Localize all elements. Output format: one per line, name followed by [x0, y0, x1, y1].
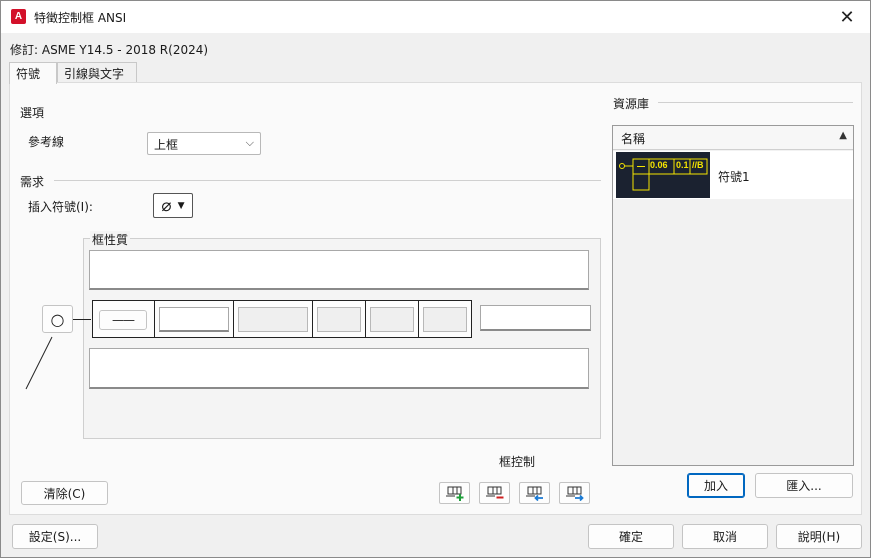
clear-button[interactable]: 清除(C): [21, 481, 108, 505]
move-frame-up-icon: [525, 486, 543, 501]
revision-label: 修訂: ASME Y14.5 - 2018 R(2024): [10, 43, 209, 57]
close-button[interactable]: ✕: [824, 1, 870, 33]
tolerance-2-field[interactable]: [238, 307, 308, 332]
datum-1-field[interactable]: [317, 307, 361, 332]
bottom-text-field[interactable]: [89, 348, 589, 389]
insert-symbol-label: 插入符號(I):: [28, 200, 93, 214]
options-heading: 選項: [20, 106, 45, 120]
frame-properties-title: 框性質: [90, 231, 131, 248]
leader-connector-line: [73, 319, 91, 320]
library-item-thumbnail: 0.06 0.1 //B: [616, 152, 710, 198]
library-column-header[interactable]: 名稱 ▲: [613, 126, 853, 150]
cancel-button[interactable]: 取消: [682, 524, 768, 549]
top-text-field[interactable]: [89, 250, 589, 290]
straightness-icon: ——: [112, 313, 135, 327]
leader-select-value: 上框: [154, 138, 179, 152]
right-text-field[interactable]: [480, 305, 591, 331]
thumb-value-1: 0.06: [650, 160, 668, 170]
add-frame-icon: [445, 486, 463, 501]
frame-cell-tolerance-2: [234, 301, 313, 337]
settings-button[interactable]: 設定(S)...: [12, 524, 98, 549]
move-frame-up-button[interactable]: [519, 482, 550, 504]
window-title: 特徵控制框 ANSI: [34, 11, 127, 25]
library-divider: [658, 102, 853, 103]
library-item[interactable]: 0.06 0.1 //B 符號1: [613, 151, 853, 199]
leader-circle-button[interactable]: ○: [42, 305, 73, 333]
insert-symbol-button[interactable]: ⌀ ▼: [153, 193, 193, 218]
thumb-value-2: 0.1: [676, 160, 689, 170]
requirements-divider: [54, 180, 601, 181]
requirements-heading: 需求: [20, 175, 45, 189]
remove-frame-icon: [485, 486, 503, 499]
datum-3-field[interactable]: [423, 307, 467, 332]
leader-select[interactable]: 上框 ⌵: [147, 132, 261, 155]
help-button[interactable]: 說明(H): [776, 524, 862, 549]
geometric-symbol-button[interactable]: ——: [99, 310, 147, 330]
frame-cell-symbol: ——: [93, 301, 155, 337]
add-frame-button[interactable]: [439, 482, 470, 504]
frame-cell-datum-2: [366, 301, 419, 337]
library-item-name: 符號1: [718, 170, 750, 184]
autocad-app-icon: A: [11, 9, 26, 24]
chevron-down-icon: ⌵: [245, 136, 254, 149]
library-heading: 資源庫: [613, 97, 650, 111]
tab-symbols[interactable]: 符號: [9, 62, 57, 84]
leader-line: [25, 336, 53, 390]
leader-label: 參考線: [28, 135, 65, 149]
symbols-tab-panel: 選項 參考線 上框 ⌵ 需求 插入符號(I): ⌀ ▼ 框性質 ○ —— 清除(…: [9, 82, 862, 515]
feature-control-frame-row: ——: [92, 300, 472, 338]
ok-button[interactable]: 確定: [588, 524, 674, 549]
close-icon: ✕: [839, 6, 855, 28]
feature-control-frame-dialog: A 特徵控制框 ANSI ✕ 修訂: ASME Y14.5 - 2018 R(2…: [0, 0, 871, 558]
frame-cell-datum-1: [313, 301, 366, 337]
title-bar: A 特徵控制框 ANSI ✕: [1, 1, 870, 33]
library-list[interactable]: 名稱 ▲ 0.06 0.1 //B 符號1: [612, 125, 854, 466]
tab-leader-and-text[interactable]: 引線與文字: [57, 62, 137, 83]
tolerance-field[interactable]: [159, 307, 229, 332]
frame-control-label: 框控制: [499, 455, 536, 469]
circle-icon: ○: [50, 309, 65, 329]
diameter-icon: ⌀: [161, 195, 172, 216]
thumb-value-3: //B: [692, 160, 704, 170]
remove-frame-button[interactable]: [479, 482, 510, 504]
frame-cell-datum-3: [419, 301, 471, 337]
datum-2-field[interactable]: [370, 307, 414, 332]
import-button[interactable]: 匯入...: [755, 473, 853, 498]
frame-cell-tolerance: [155, 301, 234, 337]
add-button[interactable]: 加入: [687, 473, 745, 498]
move-frame-down-icon: [565, 486, 584, 501]
dropdown-arrow-icon: ▼: [177, 200, 185, 211]
library-column-name: 名稱: [621, 132, 646, 146]
frame-preview-graphic: [619, 158, 708, 191]
sort-ascending-icon: ▲: [839, 130, 847, 141]
move-frame-down-button[interactable]: [559, 482, 590, 504]
